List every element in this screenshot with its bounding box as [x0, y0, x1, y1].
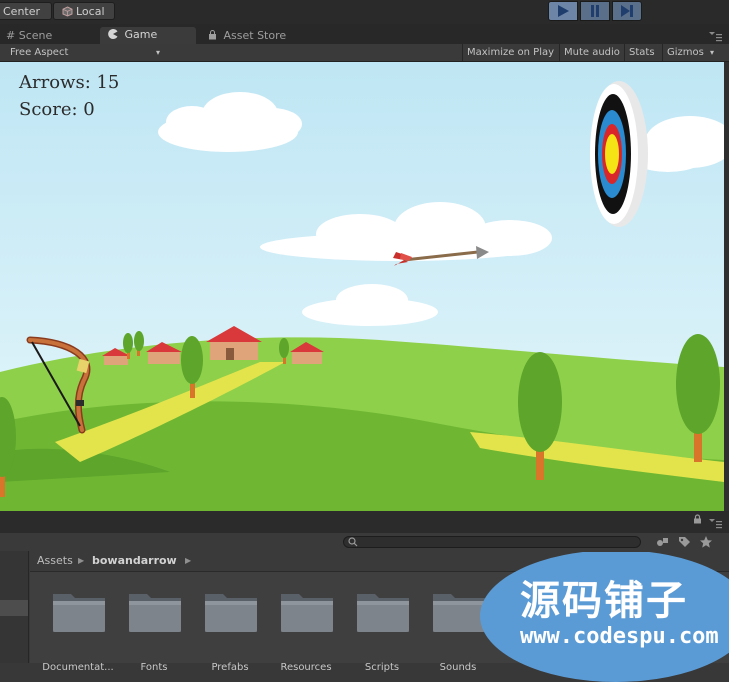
step-button[interactable] [612, 1, 642, 21]
panel-menu-icon[interactable] [708, 517, 722, 529]
step-icon [621, 5, 633, 17]
gizmos-dropdown[interactable]: Gizmos ▾ [662, 44, 718, 61]
folder-icon [205, 594, 257, 632]
folder-item[interactable]: Prefabs [196, 588, 266, 673]
breadcrumb-assets[interactable]: Assets [37, 551, 73, 571]
tab-scene-label: Scene [18, 29, 53, 42]
pacman-icon [108, 29, 118, 39]
watermark-url: www.codespu.com [520, 624, 719, 649]
pivot-local-label: Local [76, 5, 105, 18]
aspect-dropdown[interactable]: Free Aspect ▾ [2, 44, 164, 61]
project-toolbar [0, 533, 729, 551]
main-toolbar: Center Local [0, 0, 729, 24]
filter-by-type-icon[interactable] [655, 535, 669, 549]
chevron-down-icon: ▾ [155, 48, 160, 57]
archery-target [590, 81, 648, 227]
stats-label: Stats [629, 47, 655, 58]
pause-button[interactable] [580, 1, 610, 21]
lock-icon[interactable] [693, 514, 702, 524]
folder-icon [129, 594, 181, 632]
tab-asset-store[interactable]: Asset Store [208, 28, 318, 44]
play-icon [558, 5, 569, 17]
folder-label: Resources [280, 662, 332, 673]
pause-icon [591, 5, 599, 17]
game-view[interactable]: Arrows: 15 Score: 0 [0, 62, 724, 511]
arrows-count-label: Arrows: 15 [19, 72, 120, 93]
folder-icon [357, 594, 409, 632]
stats-toggle[interactable]: Stats [624, 44, 659, 61]
pivot-center-button[interactable]: Center [0, 2, 52, 20]
project-search-input[interactable] [343, 536, 641, 548]
folder-icon [53, 594, 105, 632]
pivot-local-button[interactable]: Local [53, 2, 115, 20]
pivot-center-label: Center [3, 5, 41, 18]
gizmos-label: Gizmos [667, 47, 704, 58]
sidebar-selected-item[interactable] [0, 600, 28, 616]
chevron-down-icon: ▾ [710, 48, 715, 57]
game-view-border [724, 62, 729, 511]
folder-label: Scripts [364, 662, 400, 673]
tab-menu-icon[interactable] [708, 30, 722, 42]
breadcrumb-arrow-icon: ▶ [185, 556, 192, 565]
folder-item[interactable]: Documentat... [42, 588, 114, 673]
tab-game[interactable]: Game [100, 27, 196, 45]
folder-item[interactable]: Scripts [348, 588, 418, 673]
tab-asset-store-label: Asset Store [223, 29, 287, 42]
bag-icon [209, 30, 216, 40]
tag-icon[interactable] [677, 535, 691, 549]
folder-label: Prefabs [211, 662, 249, 673]
game-view-toolbar: Free Aspect ▾ Maximize on Play Mute audi… [0, 44, 729, 62]
grid-icon: # [6, 29, 16, 42]
score-label: Score: 0 [19, 99, 95, 120]
maximize-on-play-toggle[interactable]: Maximize on Play [462, 44, 558, 61]
watermark-title: 源码铺子 [520, 578, 688, 624]
game-scene [0, 62, 724, 511]
folder-item[interactable]: Resources [272, 588, 342, 673]
mute-audio-toggle[interactable]: Mute audio [559, 44, 624, 61]
play-button[interactable] [548, 1, 578, 21]
tab-scene[interactable]: # Scene [6, 28, 86, 44]
folder-item[interactable]: Fonts [120, 588, 190, 673]
aspect-label: Free Aspect [10, 47, 69, 58]
folder-label: Documentat... [42, 662, 114, 673]
search-icon [348, 537, 358, 547]
tab-game-label: Game [124, 28, 158, 41]
mute-label: Mute audio [564, 47, 620, 58]
star-icon[interactable] [699, 535, 713, 549]
breadcrumb-arrow-icon: ▶ [78, 556, 85, 565]
breadcrumb-bowandarrow[interactable]: bowandarrow [92, 551, 177, 571]
cube-icon [62, 6, 73, 17]
editor-tab-strip: # Scene Game Asset Store [0, 24, 729, 45]
folder-label: Fonts [140, 662, 168, 673]
folder-icon [281, 594, 333, 632]
maximize-label: Maximize on Play [467, 47, 555, 58]
panel-divider[interactable] [0, 511, 729, 533]
